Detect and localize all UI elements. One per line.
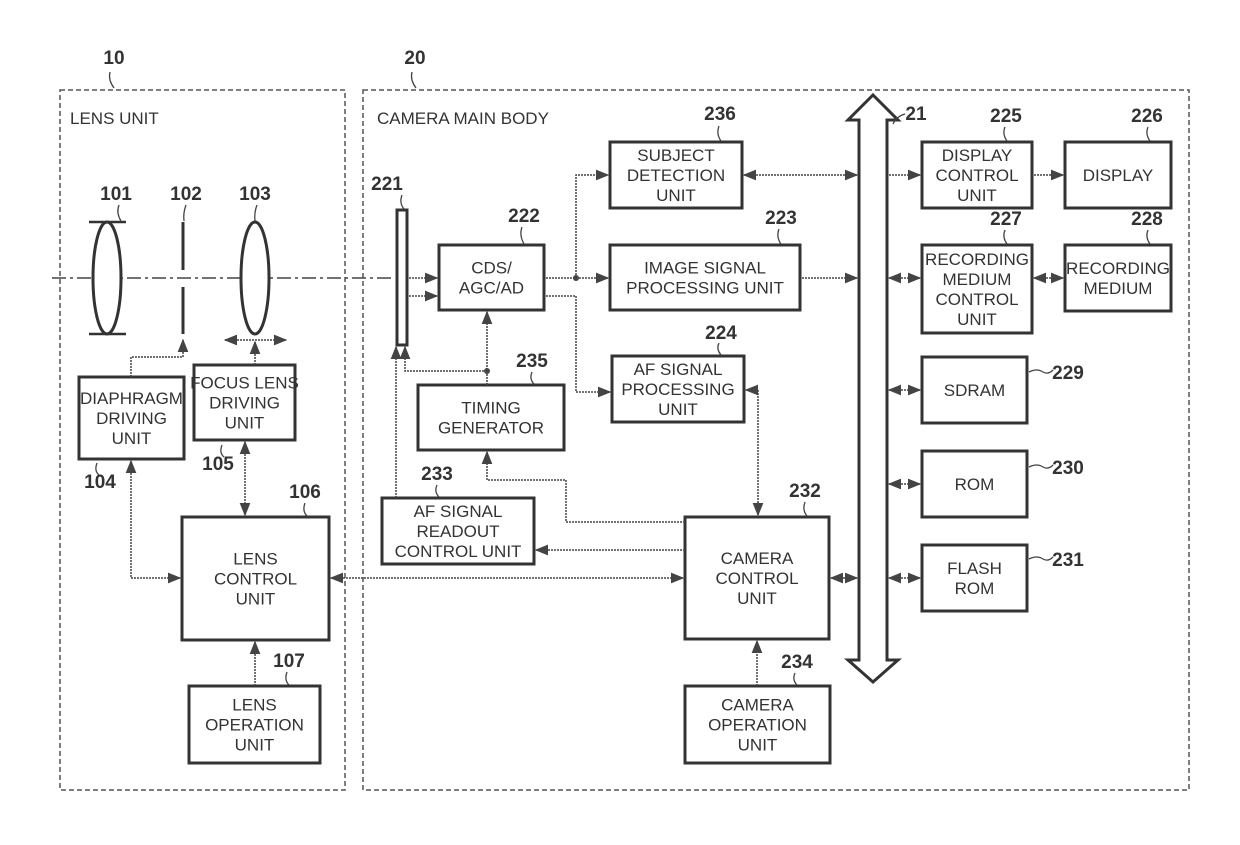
ref-102: 102 [170,184,202,205]
focus-lens-103 [239,220,271,336]
image-signal-processing-unit-label-line: IMAGE SIGNAL [644,259,766,278]
ref-233: 233 [421,464,453,485]
focus-lens-driving-unit-label-line: FOCUS LENS [190,374,299,393]
sdram-label-line: SDRAM [944,381,1005,400]
ref-106: 106 [289,482,321,503]
flash-rom-label-line: ROM [955,579,995,598]
recording-medium-control-unit-label-line: MEDIUM [943,270,1012,289]
ref-232: 232 [789,481,821,502]
ref-224: 224 [705,323,737,344]
ref-222: 222 [508,206,540,227]
lens-control-unit-label-line: LENS [233,550,277,569]
ref-236: 236 [704,104,736,125]
ref-104: 104 [84,472,116,493]
af-signal-processing-unit-label-line: PROCESSING [621,380,734,399]
camera-operation-unit-label-line: OPERATION [708,716,807,735]
focus-lens-driving-unit-label-line: UNIT [225,414,265,433]
cds-agc-ad-unit-label-line: CDS/ [471,259,512,278]
display-control-unit-label-line: UNIT [957,186,997,205]
af-signal-processing-unit-label-line: UNIT [658,400,698,419]
lens-operation-unit-label-line: OPERATION [205,716,304,735]
lens-unit-title: LENS UNIT [70,109,159,128]
recording-medium-label-line: MEDIUM [1084,279,1153,298]
timing-generator-label-line: TIMING [461,399,521,418]
camera-control-unit-label-line: CONTROL [715,569,798,588]
display-control-unit-label-line: CONTROL [935,166,1018,185]
camera-body-title: CAMERA MAIN BODY [377,109,549,128]
subject-detection-unit-label-line: UNIT [656,186,696,205]
ref-227: 227 [990,209,1022,230]
timing-generator[interactable] [416,383,566,452]
rom-label-line: ROM [955,475,995,494]
cds-agc-ad-unit[interactable] [437,243,546,312]
block-diagram: 10 20 LENS UNIT CAMERA MAIN BODY 101 102… [52,48,1190,791]
af-signal-processing-unit-label-line: AF SIGNAL [634,360,723,379]
recording-medium-label-line: RECORDING [1066,259,1170,278]
ref-234: 234 [781,652,813,673]
subject-detection-unit-label-line: DETECTION [627,166,725,185]
lens-operation-unit-label-line: LENS [232,696,276,715]
ref-221: 221 [371,174,403,195]
subject-detection-unit-label-line: SUBJECT [637,146,714,165]
ref-101: 101 [100,184,132,205]
ref-223: 223 [765,208,797,229]
af-signal-readout-control-unit-label-line: READOUT [416,522,499,541]
ref-235: 235 [516,351,548,372]
ref-21: 21 [905,104,927,125]
flash-rom[interactable] [920,543,1029,613]
image-sensor-221 [395,208,409,347]
diaphragm-driving-unit-label-line: UNIT [112,429,152,448]
af-signal-readout-control-unit-label-line: AF SIGNAL [414,502,503,521]
recording-medium-control-unit-label-line: RECORDING [925,250,1029,269]
camera-control-unit-label-line: UNIT [737,589,777,608]
lens-101 [91,220,123,336]
recording-medium[interactable] [1063,243,1173,313]
ref-10: 10 [103,48,124,69]
diaphragm-driving-unit-label-line: DIAPHRAGM [80,389,183,408]
ref-20: 20 [404,48,425,69]
diaphragm-driving-unit-label-line: DRIVING [96,409,167,428]
flash-rom-label-line: FLASH [947,559,1002,578]
image-signal-processing-unit-label-line: PROCESSING UNIT [626,279,784,298]
cds-agc-ad-unit-label-line: AGC/AD [459,279,524,298]
ref-225: 225 [990,106,1022,127]
recording-medium-control-unit-label-line: CONTROL [935,290,1018,309]
display-label-line: DISPLAY [1083,166,1154,185]
ref-231: 231 [1052,550,1084,571]
camera-operation-unit-label-line: CAMERA [721,696,794,715]
ref-229: 229 [1052,363,1084,384]
ref-228: 228 [1131,209,1163,230]
camera-operation-unit-label-line: UNIT [738,736,778,755]
af-signal-readout-control-unit-label-line: CONTROL UNIT [395,542,522,561]
ref-226: 226 [1131,106,1163,127]
ref-107: 107 [273,651,305,672]
image-signal-processing-unit[interactable] [608,243,802,312]
timing-generator-label-line: GENERATOR [438,419,544,438]
system-bus-21 [844,92,902,684]
lens-control-unit-label-line: CONTROL [214,570,297,589]
ref-105: 105 [202,454,234,475]
focus-lens-driving-unit-label-line: DRIVING [209,394,280,413]
lens-operation-unit-label-line: UNIT [235,736,275,755]
display-control-unit-label-line: DISPLAY [942,146,1013,165]
recording-medium-control-unit-label-line: UNIT [957,310,997,329]
ref-103: 103 [239,184,271,205]
camera-control-unit-label-line: CAMERA [721,549,794,568]
lens-control-unit-label-line: UNIT [236,590,276,609]
ref-230: 230 [1052,458,1084,479]
